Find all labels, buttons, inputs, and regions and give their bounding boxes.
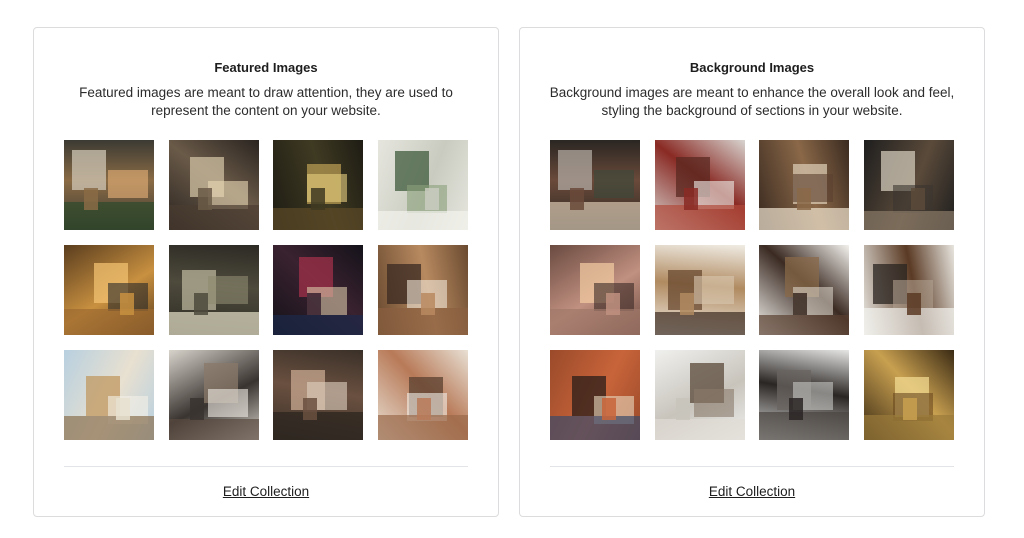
cafe-dark-shop-image bbox=[169, 245, 259, 335]
image-grid bbox=[64, 140, 468, 440]
cafe-white-chairs-image bbox=[64, 350, 154, 440]
cafe-barista-smile-image bbox=[273, 350, 363, 440]
cafe-plants-image bbox=[64, 140, 154, 230]
cafe-man-coat-image bbox=[550, 140, 640, 230]
cafe-people-window-image bbox=[64, 245, 154, 335]
cafe-window-tables-image bbox=[864, 245, 954, 335]
cafe-white-room-image bbox=[759, 245, 849, 335]
featured-images-card: Featured Images Featured images are mean… bbox=[33, 27, 499, 517]
card-title: Background Images bbox=[689, 60, 815, 75]
cafe-long-counter-image bbox=[655, 245, 745, 335]
card-description: Background images are meant to enhance t… bbox=[549, 85, 955, 118]
cafe-night-bar-image bbox=[273, 140, 363, 230]
card-description: Featured images are meant to draw attent… bbox=[79, 85, 453, 118]
cafe-white-shelves-image bbox=[655, 350, 745, 440]
background-images-card: Background Images Background images are … bbox=[519, 27, 985, 517]
cafe-golden-bar-image bbox=[864, 350, 954, 440]
cafe-friends-table-image bbox=[169, 350, 259, 440]
cafe-green-booth-image bbox=[378, 140, 468, 230]
cafe-counter-image bbox=[169, 140, 259, 230]
image-grid bbox=[550, 140, 954, 440]
cafe-red-chairs-image bbox=[655, 140, 745, 230]
divider bbox=[550, 466, 954, 467]
cafe-interior-lamps-image bbox=[378, 245, 468, 335]
edit-collection-link[interactable]: Edit Collection bbox=[520, 484, 984, 499]
divider bbox=[64, 466, 468, 467]
cafe-sunny-window-image bbox=[378, 350, 468, 440]
cafe-stools-window-image bbox=[759, 350, 849, 440]
cafe-tables-rows-image bbox=[759, 140, 849, 230]
cafe-dark-corner-image bbox=[864, 140, 954, 230]
cafe-brick-sign-image bbox=[550, 350, 640, 440]
edit-collection-link[interactable]: Edit Collection bbox=[34, 484, 498, 499]
cafe-warm-lights-image bbox=[550, 245, 640, 335]
cafe-chalk-sign-image bbox=[273, 245, 363, 335]
card-title: Featured Images bbox=[214, 60, 318, 75]
